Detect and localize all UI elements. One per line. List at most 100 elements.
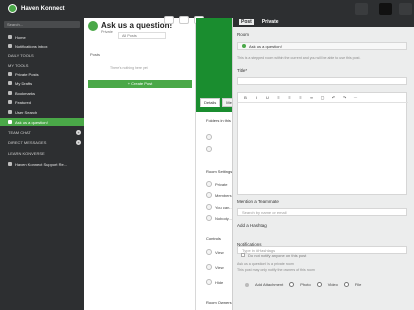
body-editor[interactable]: B I U ≡ ≡ ≡ ∞ ▢ ↶ ↷ ⋯: [237, 92, 408, 195]
posts-filter-select[interactable]: All Posts: [118, 32, 166, 39]
sidebar-section-direct-messages[interactable]: DIRECT MESSAGES: [8, 140, 46, 145]
menu-button[interactable]: [399, 3, 412, 15]
numbered-list-icon[interactable]: ≡: [286, 95, 293, 100]
image-icon[interactable]: ▢: [319, 95, 326, 100]
sidebar-item-user-search[interactable]: User Search: [0, 108, 84, 116]
title-field-label: Title*: [237, 68, 248, 73]
feed-icon[interactable]: [164, 16, 174, 24]
search-icon: [8, 110, 12, 114]
tab-private[interactable]: Private: [260, 19, 281, 25]
folder-icon: [206, 146, 212, 152]
room-select[interactable]: Ask us a question!: [237, 42, 407, 50]
new-post-button[interactable]: [379, 3, 392, 15]
empty-state: There's nothing here yet: [110, 66, 148, 70]
sidebar-section-learn-konverse[interactable]: LEARN KONVERSE: [8, 151, 45, 156]
folder-row[interactable]: [206, 134, 212, 140]
members-setting-icon: [206, 192, 212, 198]
control-row[interactable]: Hide: [206, 279, 223, 285]
video-icon[interactable]: [316, 282, 322, 287]
view-icon: [206, 264, 212, 270]
profile-menu-button[interactable]: [355, 3, 368, 15]
more-icon[interactable]: ⋯: [352, 95, 359, 100]
setting-row[interactable]: Members: [206, 192, 232, 198]
italic-icon[interactable]: I: [253, 95, 260, 100]
add-direct-message-icon[interactable]: +: [76, 140, 81, 145]
mention-field-label: Mention a Teammate: [237, 199, 279, 204]
sidebar-item-support[interactable]: Haven Konnect Support Re...: [0, 160, 84, 168]
underline-icon[interactable]: U: [264, 95, 271, 100]
sidebar-item-home[interactable]: Home: [0, 33, 84, 41]
folder-icon: [206, 134, 212, 140]
notify-checkbox-row[interactable]: Do not notify anyone on this post: [237, 251, 407, 259]
room-title: Ask us a question!: [101, 21, 173, 30]
hashtag-field-label: Add a Hashtag: [237, 223, 267, 228]
permission-setting-icon: [206, 204, 212, 210]
composer-tabs: Post Private: [239, 19, 281, 25]
app-title: Haven Konnect: [21, 5, 65, 12]
sidebar-item-bookmarks[interactable]: Bookmarks: [0, 89, 84, 97]
list-icon[interactable]: ≡: [275, 95, 282, 100]
nobody-setting-icon: [206, 215, 212, 221]
control-row[interactable]: View: [206, 249, 224, 255]
setting-row[interactable]: Private: [206, 181, 227, 187]
room-owners-label: Room Owners: [206, 300, 232, 305]
sidebar-item-ask-question[interactable]: Ask us a question!: [0, 118, 84, 126]
mention-input[interactable]: Search by name or email: [237, 208, 407, 216]
sidebar-search[interactable]: Search...: [4, 21, 80, 28]
file-icon[interactable]: [343, 282, 349, 287]
control-row[interactable]: View: [206, 264, 224, 270]
title-input[interactable]: [237, 77, 407, 85]
logo-icon: [8, 4, 17, 13]
room-icon: [242, 44, 246, 48]
add-team-chat-icon[interactable]: +: [76, 130, 81, 135]
tab-post[interactable]: Post: [239, 19, 254, 25]
room-avatar-icon: [88, 21, 98, 31]
support-icon: [8, 162, 12, 166]
redo-icon[interactable]: ↷: [341, 95, 348, 100]
bookmark-icon: [8, 91, 12, 95]
draft-icon: [8, 81, 12, 85]
tab-details[interactable]: Details: [200, 98, 221, 107]
sidebar: Search... Home Notifications inbox DAILY…: [0, 18, 84, 310]
bell-icon: [8, 44, 12, 48]
share-icon[interactable]: [179, 16, 189, 24]
private-setting-icon: [206, 181, 212, 187]
top-bar: Haven Konnect: [0, 0, 414, 18]
align-icon[interactable]: ≡: [297, 95, 304, 100]
sidebar-item-featured[interactable]: Featured: [0, 98, 84, 106]
notify-checkbox[interactable]: [241, 253, 245, 257]
room-field-label: Room: [237, 32, 250, 37]
create-post-button[interactable]: + Create Post: [88, 80, 192, 88]
folder-row-2[interactable]: [206, 146, 212, 152]
undo-icon[interactable]: ↶: [330, 95, 337, 100]
composer-header: Post Private: [233, 18, 414, 27]
sidebar-section-team-chat[interactable]: TEAM CHAT: [8, 130, 31, 135]
home-icon: [8, 35, 12, 39]
room-note: This is a stepped room within the curren…: [237, 56, 361, 60]
sidebar-section-daily-tools[interactable]: DAILY TOOLS: [8, 53, 34, 58]
bold-icon[interactable]: B: [242, 95, 249, 100]
photo-icon[interactable]: [289, 282, 295, 287]
attachment-row: Add Attachment Photo Video File: [245, 282, 361, 287]
paperclip-icon: [245, 282, 249, 287]
posts-label: Posts: [90, 52, 101, 57]
view-icon: [206, 249, 212, 255]
posts-pane: Ask us a question! Private Posts There's…: [84, 18, 196, 310]
editor-toolbar: B I U ≡ ≡ ≡ ∞ ▢ ↶ ↷ ⋯: [238, 93, 408, 103]
brand: Haven Konnect: [8, 4, 65, 13]
lock-icon: [8, 72, 12, 76]
notify-note-2: This post may only notify the owners of …: [237, 268, 315, 272]
sidebar-item-notifications[interactable]: Notifications inbox: [0, 42, 84, 50]
setting-row[interactable]: Nobody...: [206, 215, 232, 221]
controls-label: Controls: [206, 236, 221, 241]
notifications-label: Notifications: [237, 242, 262, 247]
post-composer: Post Private Room Ask us a question! Thi…: [232, 18, 414, 310]
sidebar-item-private-posts[interactable]: Private Posts: [0, 70, 84, 78]
hide-icon: [206, 279, 212, 285]
setting-row[interactable]: You can...: [206, 204, 233, 210]
sidebar-section-my-tools[interactable]: MY TOOLS: [8, 63, 28, 68]
star-icon: [8, 100, 12, 104]
sidebar-item-my-drafts[interactable]: My Drafts: [0, 79, 84, 87]
room-settings-label: Room Settings: [206, 169, 233, 174]
link-icon[interactable]: ∞: [308, 95, 315, 100]
